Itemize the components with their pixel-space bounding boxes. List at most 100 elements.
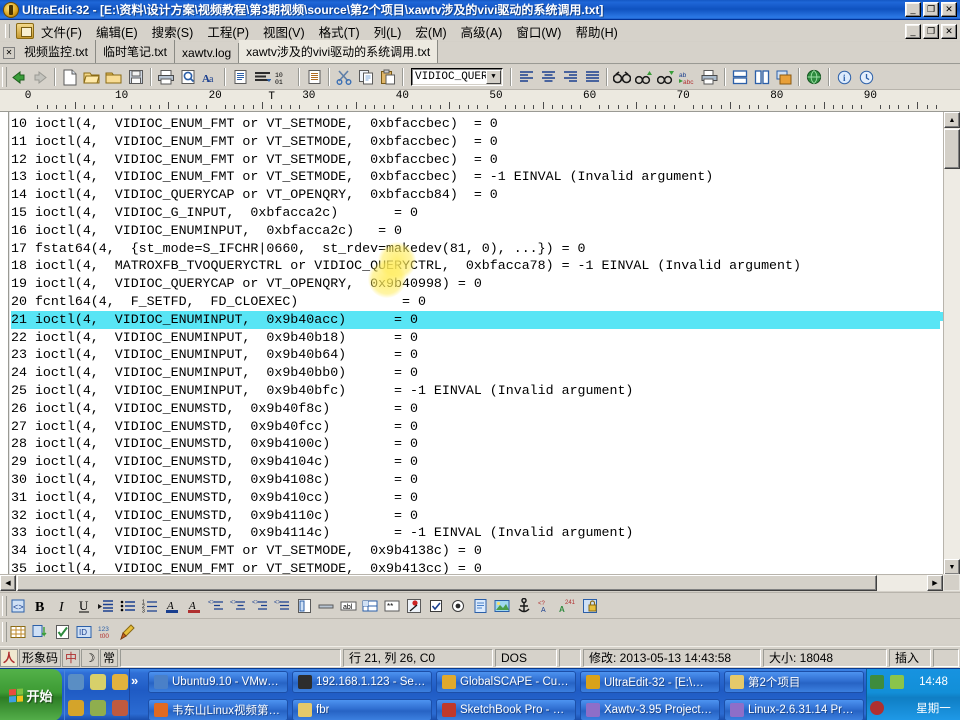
scroll-up-button[interactable]: ▲ xyxy=(944,112,960,128)
code-line[interactable]: 20 fcntl64(4, F_SETFD, FD_CLOEXEC) = 0 xyxy=(11,293,940,311)
radio-icon[interactable] xyxy=(447,595,469,616)
font-a-color-icon[interactable]: A xyxy=(183,595,205,616)
checkbox-icon[interactable] xyxy=(425,595,447,616)
scroll-left-button[interactable]: ◀ xyxy=(0,575,16,591)
magnifier-page-icon[interactable] xyxy=(177,67,199,88)
function-list-combo[interactable]: VIDIOC_QUERYC ▼ xyxy=(411,68,503,86)
number-123-icon[interactable]: 123 t00 xyxy=(95,621,117,642)
column-page-icon[interactable] xyxy=(303,67,325,88)
folder-icon[interactable] xyxy=(103,67,125,88)
quick-launch-bar[interactable] xyxy=(64,669,130,720)
code-line[interactable]: 32 ioctl(4, VIDIOC_ENUMSTD, 0x9b4110c) =… xyxy=(11,507,940,525)
code-line[interactable]: 16 ioctl(4, VIDIOC_ENUMINPUT, 0xbfacca2c… xyxy=(11,222,940,240)
save-disk-icon[interactable] xyxy=(125,67,147,88)
code-line[interactable]: 22 ioctl(4, VIDIOC_ENUMINPUT, 0x9b40b18)… xyxy=(11,329,940,347)
ascii-241-icon[interactable]: 241 A xyxy=(557,595,579,616)
abl-textbox-icon[interactable]: abl xyxy=(337,595,359,616)
code-line[interactable]: 18 ioctl(4, MATROXFB_TVOQUERYCTRL or VID… xyxy=(11,257,940,275)
help-clock-icon[interactable] xyxy=(855,67,877,88)
code-line[interactable]: 31 ioctl(4, VIDIOC_ENUMSTD, 0x9b410cc) =… xyxy=(11,489,940,507)
align-center-icon[interactable] xyxy=(537,67,559,88)
menu-item-help[interactable]: 帮助(H) xyxy=(568,20,624,43)
taskbar-task-button[interactable]: GlobalSCAPE - CuteFTP... xyxy=(436,671,576,693)
code-content[interactable]: 10 ioctl(4, VIDIOC_ENUM_FMT or VT_SETMOD… xyxy=(11,115,940,576)
ql-show-desktop-icon[interactable] xyxy=(68,674,84,690)
ql-notepad-icon[interactable] xyxy=(90,674,106,690)
network-icon[interactable] xyxy=(870,675,884,689)
tab-xawtv-syscalls[interactable]: xawtv涉及的vivi驱动的系统调用.txt xyxy=(239,40,439,63)
taskbar-task-button[interactable]: 第2个项目 xyxy=(724,671,864,693)
tag-align-center-icon[interactable]: <> xyxy=(227,595,249,616)
code-line[interactable]: 17 fstat64(4, {st_mode=S_IFCHR|0660, st_… xyxy=(11,240,940,258)
vertical-scrollbar[interactable]: ▲ ▼ xyxy=(943,112,960,575)
code-line[interactable]: 11 ioctl(4, VIDIOC_ENUM_FMT or VT_SETMOD… xyxy=(11,133,940,151)
numbered-list-icon[interactable]: 123 xyxy=(139,595,161,616)
scissors-icon[interactable] xyxy=(333,67,355,88)
doc-close-button[interactable]: ✕ xyxy=(941,23,957,39)
vertical-scroll-thumb[interactable] xyxy=(944,129,960,169)
code-line[interactable]: 19 ioctl(4, VIDIOC_QUERYCAP or VT_OPENQR… xyxy=(11,275,940,293)
tab-close-icon[interactable]: ✕ xyxy=(3,47,15,59)
ime-shape[interactable]: ☽ xyxy=(81,648,100,667)
globe-icon[interactable] xyxy=(803,67,825,88)
code-line[interactable]: 12 ioctl(4, VIDIOC_ENUM_FMT or VT_SETMOD… xyxy=(11,151,940,169)
chevron-down-icon[interactable]: ▼ xyxy=(486,70,501,84)
tab-xawtv-log[interactable]: xawtv.log xyxy=(175,43,240,63)
validate-lock-icon[interactable] xyxy=(579,595,601,616)
code-line[interactable]: 33 ioctl(4, VIDIOC_ENUMSTD, 0x9b4114c) =… xyxy=(11,524,940,542)
bold-b-icon[interactable]: B xyxy=(29,595,51,616)
code-line[interactable]: 14 ioctl(4, VIDIOC_QUERYCAP or VT_OPENQR… xyxy=(11,186,940,204)
menu-item-window[interactable]: 窗口(W) xyxy=(509,20,568,43)
table-insert-icon[interactable] xyxy=(359,595,381,616)
taskbar-task-button[interactable]: Ubuntu9.10 - VMware ... xyxy=(148,671,288,693)
cascade-windows-icon[interactable] xyxy=(773,67,795,88)
arrow-right-gray-icon[interactable] xyxy=(29,67,51,88)
ql-ultraedit-icon[interactable] xyxy=(112,674,128,690)
ime-mode[interactable]: 形象码 xyxy=(19,648,62,667)
italic-i-icon[interactable]: I xyxy=(51,595,73,616)
find-files-icon[interactable] xyxy=(699,67,721,88)
taskbar-task-button[interactable]: Xawtv-3.95 Project - S... xyxy=(580,699,720,720)
tag-align-right-icon[interactable]: <> xyxy=(249,595,271,616)
id-icon[interactable]: ID xyxy=(73,621,95,642)
taskbar-task-button[interactable]: 韦东山Linux视频第3... xyxy=(148,699,288,720)
align-left-icon[interactable] xyxy=(515,67,537,88)
ime-logo[interactable]: 人 xyxy=(0,648,19,667)
doc-minimize-button[interactable]: _ xyxy=(905,23,921,39)
tile-vertical-icon[interactable] xyxy=(751,67,773,88)
info-circle-icon[interactable]: i xyxy=(833,67,855,88)
underline-u-icon[interactable]: U xyxy=(73,595,95,616)
tab-temp-notes[interactable]: 临时笔记.txt xyxy=(96,40,176,63)
new-document-icon[interactable] xyxy=(59,67,81,88)
scroll-right-button[interactable]: ▶ xyxy=(927,575,943,591)
tag-align-justify-icon[interactable]: <> xyxy=(271,595,293,616)
anchor-red-icon[interactable] xyxy=(403,595,425,616)
special-char-icon[interactable]: <? A xyxy=(535,595,557,616)
tag-align-left-icon[interactable]: <> xyxy=(205,595,227,616)
taskbar-task-button[interactable]: UltraEdit-32 - [E:\资料\... xyxy=(580,671,720,693)
tab-video-monitor[interactable]: 视频监控.txt xyxy=(17,40,97,63)
overflow-chevron-icon[interactable]: » xyxy=(131,673,138,688)
font-aa-icon[interactable]: Aa xyxy=(199,67,221,88)
taskbar-task-button[interactable]: 192.168.1.123 - Secur... xyxy=(292,671,432,693)
clipboard-icon[interactable] xyxy=(890,675,904,689)
ql-app4-icon[interactable] xyxy=(68,700,84,716)
printer-icon[interactable] xyxy=(155,67,177,88)
code-line[interactable]: 23 ioctl(4, VIDIOC_ENUMINPUT, 0x9b40b64)… xyxy=(11,346,940,364)
page-lines-icon[interactable] xyxy=(229,67,251,88)
close-button[interactable]: ✕ xyxy=(941,2,957,17)
arrow-left-green-icon[interactable] xyxy=(7,67,29,88)
form-star-icon[interactable]: ** xyxy=(381,595,403,616)
code-line[interactable]: 21 ioctl(4, VIDIOC_ENUMINPUT, 0x9b40acc)… xyxy=(11,310,940,329)
code-line[interactable]: 15 ioctl(4, VIDIOC_G_INPUT, 0xbfacca2c) … xyxy=(11,204,940,222)
bullet-list-icon[interactable] xyxy=(117,595,139,616)
binoculars-icon[interactable] xyxy=(611,67,633,88)
code-line[interactable]: 25 ioctl(4, VIDIOC_ENUMINPUT, 0x9b40bfc)… xyxy=(11,382,940,400)
image-icon[interactable] xyxy=(491,595,513,616)
shield-error-icon[interactable] xyxy=(870,701,884,715)
ime-language[interactable]: 中 xyxy=(62,648,81,667)
file-blue-icon[interactable] xyxy=(469,595,491,616)
code-line[interactable]: 26 ioctl(4, VIDIOC_ENUMSTD, 0x9b40f8c) =… xyxy=(11,400,940,418)
align-right-icon[interactable] xyxy=(559,67,581,88)
menu-drag-handle[interactable] xyxy=(0,22,14,40)
